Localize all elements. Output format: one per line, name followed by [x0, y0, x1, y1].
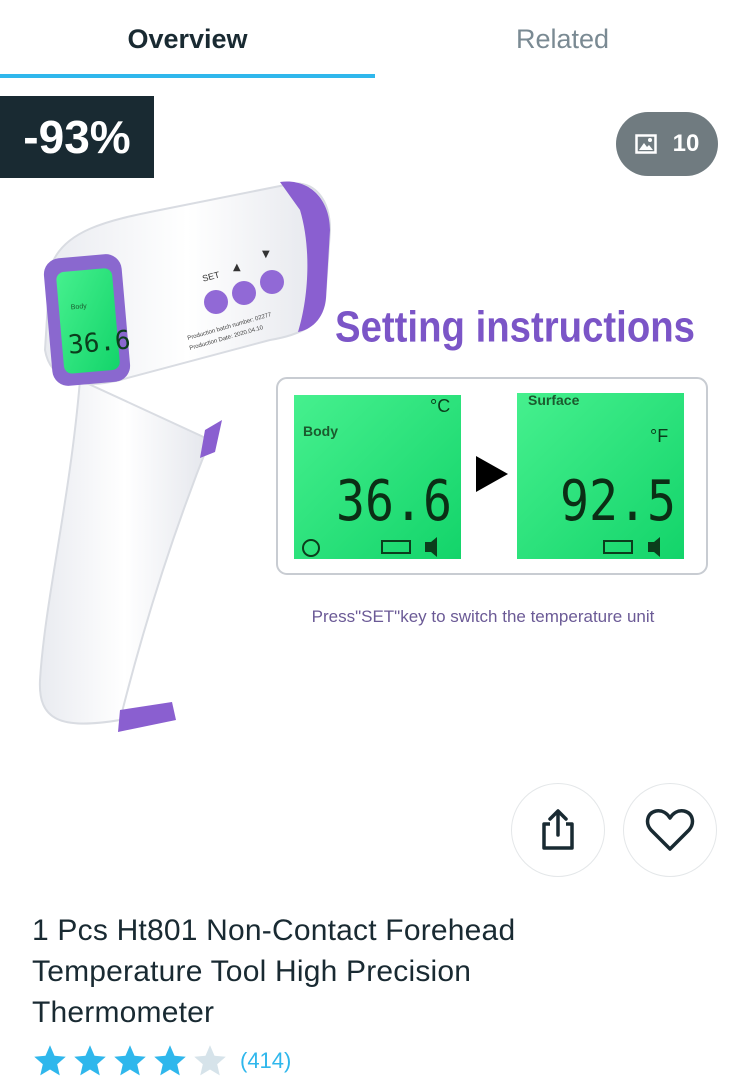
- share-button[interactable]: [511, 783, 605, 877]
- product-rating[interactable]: (414): [32, 1043, 291, 1079]
- favorite-button[interactable]: [623, 783, 717, 877]
- heart-icon: [645, 809, 695, 851]
- tab-overview[interactable]: Overview: [0, 0, 375, 78]
- instruction-caption: Press"SET"key to switch the temperature …: [312, 607, 655, 626]
- image-count-button[interactable]: 10: [616, 112, 718, 176]
- svg-text:°F: °F: [650, 426, 668, 446]
- product-title: 1 Pcs Ht801 Non-Contact Forehead Tempera…: [32, 914, 516, 1029]
- lcd-celsius: °C Body 36.6: [294, 395, 461, 559]
- device-reading: 36.6: [67, 325, 132, 360]
- svg-text:92.5: 92.5: [560, 469, 676, 534]
- product-image[interactable]: Body 36.6 SET ▲ ▼ Production batch numbe…: [0, 80, 750, 880]
- star-icon: [34, 1045, 66, 1076]
- star-icon: [114, 1045, 146, 1076]
- star-empty-icon: [194, 1045, 226, 1076]
- lcd-fahrenheit: Surface °F 92.5: [517, 392, 684, 559]
- device-body-label: Body: [71, 303, 88, 311]
- star-icon: [74, 1045, 106, 1076]
- star-icon: [154, 1045, 186, 1076]
- image-icon: [634, 134, 657, 154]
- svg-text:36.6: 36.6: [336, 469, 452, 534]
- instructions-heading: Setting instructions: [335, 302, 695, 351]
- tab-related[interactable]: Related: [375, 0, 750, 78]
- svg-text:Surface: Surface: [528, 392, 580, 408]
- image-count: 10: [672, 130, 700, 157]
- svg-text:Body: Body: [303, 423, 338, 439]
- share-icon: [542, 809, 574, 850]
- discount-badge: -93%: [0, 96, 154, 178]
- device-down-arrow: ▼: [262, 249, 270, 260]
- tab-bar: Overview Related: [0, 0, 750, 81]
- active-tab-indicator: [0, 74, 375, 78]
- device-up-arrow: ▲: [233, 262, 241, 273]
- svg-text:°C: °C: [430, 396, 450, 416]
- rating-count[interactable]: (414): [240, 1048, 291, 1074]
